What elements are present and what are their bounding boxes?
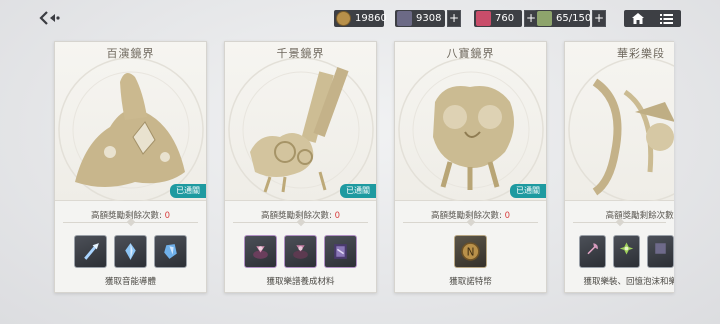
divider	[573, 222, 666, 223]
currency-crystal: 9308 +	[395, 10, 461, 27]
menu-button[interactable]	[653, 10, 682, 27]
stage-title: 百演鏡界	[106, 47, 155, 60]
stamina-value: 65/150	[556, 13, 592, 24]
reward-items	[55, 235, 206, 268]
svg-text:N: N	[467, 247, 475, 259]
stage-illustration	[398, 57, 544, 203]
home-button[interactable]	[624, 10, 653, 27]
currency-coin: 19860	[334, 10, 387, 27]
reward-remaining-count: 0	[164, 211, 170, 221]
ruby-value: 760	[495, 13, 515, 24]
reward-remaining-count: 0	[334, 211, 340, 221]
reward-description: 獲取諾特幣	[449, 277, 492, 287]
reward-description: 獲取音能導體	[104, 277, 156, 287]
stamina-icon	[537, 11, 552, 26]
coin-value: 19860	[355, 13, 387, 24]
reward-item[interactable]: N	[454, 235, 487, 268]
stage-card-huacai[interactable]: 華彩樂段 高額獎勵剩餘次數: 獲取樂裝、回憶泡沫和樂裝材料	[564, 41, 674, 293]
blue-crystal-icon	[84, 243, 99, 260]
stage-card-babao[interactable]: 八寶鏡界 已通關 高額獎勵剩餘次數: 0 N 獲取諾特幣	[394, 41, 547, 293]
reward-description: 獲取樂譜養成材料	[266, 277, 335, 287]
green-gem-icon	[619, 242, 634, 255]
reward-item[interactable]	[154, 235, 187, 268]
home-menu-group	[624, 10, 681, 27]
crystal-icon	[397, 11, 412, 26]
stage-art	[395, 42, 546, 203]
divider	[233, 222, 368, 223]
partial-item-icon	[655, 243, 666, 254]
stamina-counter: 65/150 +	[535, 10, 606, 27]
divider	[63, 222, 198, 223]
reward-item[interactable]	[579, 235, 606, 268]
stage-art	[565, 42, 674, 203]
note-coin-icon: N	[461, 242, 480, 261]
blue-crystal-icon	[125, 243, 136, 260]
add-stamina-button[interactable]: +	[592, 10, 606, 27]
stage-card-baiyan[interactable]: 百演鏡界 已通關 高額獎勵剩餘次數: 0 獲取音能導體	[54, 41, 207, 293]
reward-remaining-count: 0	[504, 211, 510, 221]
reward-item[interactable]	[244, 235, 277, 268]
stage-illustration	[58, 57, 204, 203]
purple-material-icon	[253, 246, 268, 259]
reward-items	[579, 235, 674, 268]
currency-ruby: 760 +	[474, 10, 538, 27]
reward-item[interactable]	[284, 235, 317, 268]
stage-illustration	[568, 57, 674, 203]
cleared-badge: 已通關	[170, 184, 206, 198]
stage-title: 八寶鏡界	[446, 47, 495, 60]
back-icon[interactable]	[38, 10, 60, 26]
reward-item[interactable]	[324, 235, 357, 268]
reward-items	[225, 235, 376, 268]
cleared-badge: 已通關	[510, 184, 546, 198]
reward-item[interactable]	[114, 235, 147, 268]
ruby-icon	[476, 11, 491, 26]
stage-art	[55, 42, 206, 203]
reward-item[interactable]	[613, 235, 640, 268]
reward-items: N	[395, 235, 546, 268]
purple-book-icon	[334, 244, 347, 259]
home-icon	[632, 13, 645, 24]
reward-item[interactable]	[647, 235, 674, 268]
stage-card-qianjing[interactable]: 千景鏡界 已通關 高額獎勵剩餘次數: 0 獲取樂譜養成材料	[224, 41, 377, 293]
reward-item[interactable]	[74, 235, 107, 268]
list-icon	[660, 13, 674, 24]
reward-remaining-label: 高額獎勵剩餘次數:	[605, 211, 674, 221]
coin-icon	[336, 11, 351, 26]
reward-description: 獲取樂裝、回憶泡沫和樂裝材料	[583, 277, 674, 287]
divider	[403, 222, 538, 223]
blue-crystal-icon	[164, 244, 177, 259]
stage-title: 華彩樂段	[617, 47, 665, 60]
cleared-badge: 已通關	[340, 184, 376, 198]
purple-material-icon	[293, 245, 308, 259]
stage-title: 千景鏡界	[276, 47, 325, 60]
stage-illustration	[228, 57, 374, 203]
add-crystal-button[interactable]: +	[447, 10, 461, 27]
axe-icon	[587, 243, 598, 255]
stage-art	[225, 42, 376, 203]
crystal-value: 9308	[416, 13, 442, 24]
